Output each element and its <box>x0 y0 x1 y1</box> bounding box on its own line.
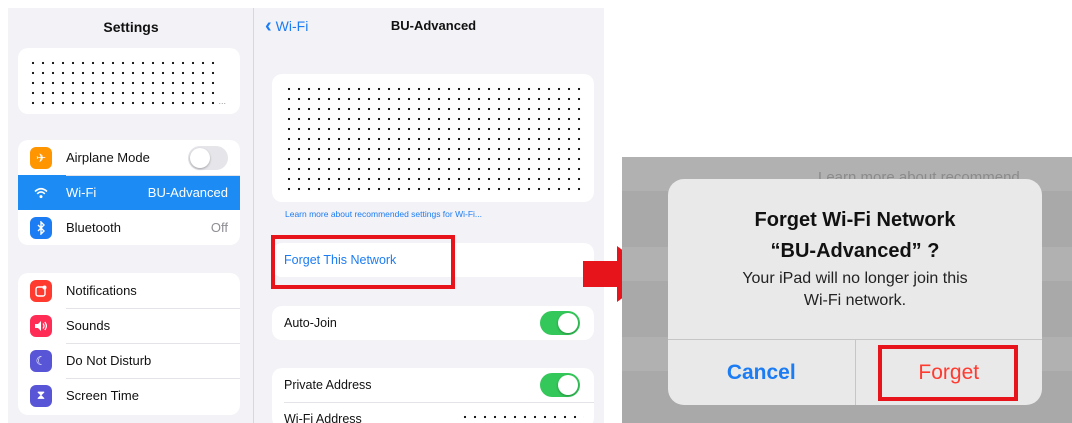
alert-message-line2: Wi-Fi network. <box>803 292 907 309</box>
sidebar-item-sounds[interactable]: Sounds <box>18 308 240 343</box>
sidebar-item-do-not-disturb[interactable]: ☾ Do Not Disturb <box>18 343 240 378</box>
alert-title-line1: Forget Wi-Fi Network <box>754 209 956 231</box>
network-detail-pane: ‹ Wi-Fi BU-Advanced Learn more about rec… <box>255 8 604 423</box>
alert-title: Forget Wi-Fi Network “BU-Advanced” ? <box>668 205 1042 267</box>
wifi-address-row: Wi-Fi Address <box>272 402 594 423</box>
sidebar-item-label: Notifications <box>66 283 137 298</box>
sidebar-item-screen-time[interactable]: ⧗ Screen Time <box>18 378 240 413</box>
sidebar-item-label: Do Not Disturb <box>66 353 152 368</box>
notifications-icon <box>30 279 52 302</box>
profile-ellipsis: ... <box>218 96 226 106</box>
hourglass-icon: ⧗ <box>30 384 52 407</box>
sounds-icon <box>30 314 52 337</box>
profile-card[interactable]: ... <box>18 48 240 114</box>
redacted-wifi-address <box>460 412 584 423</box>
redacted-network-info <box>284 84 584 192</box>
sidebar-item-wifi[interactable]: Wi-Fi BU-Advanced <box>18 175 240 210</box>
wifi-address-label: Wi-Fi Address <box>284 412 362 423</box>
sidebar-item-notifications[interactable]: Notifications <box>18 273 240 308</box>
highlight-box-forget-button <box>878 345 1018 401</box>
network-title: BU-Advanced <box>390 18 477 33</box>
sidebar-item-label: Screen Time <box>66 388 139 403</box>
sidebar-item-bluetooth[interactable]: Bluetooth Off <box>18 210 240 245</box>
alert-message: Your iPad will no longer join this Wi-Fi… <box>668 268 1042 312</box>
private-address-row: Private Address <box>272 368 594 402</box>
settings-screenshot: Settings ... ✈ Airplane Mode Wi-Fi BU-Ad… <box>8 8 604 423</box>
redacted-profile <box>28 58 218 106</box>
auto-join-toggle[interactable] <box>540 311 580 335</box>
auto-join-card: Auto-Join <box>272 306 594 340</box>
network-detail-header: ‹ Wi-Fi BU-Advanced <box>255 8 604 46</box>
alert-message-line1: Your iPad will no longer join this <box>742 270 968 287</box>
auto-join-label: Auto-Join <box>284 316 337 330</box>
settings-sidebar: Settings ... ✈ Airplane Mode Wi-Fi BU-Ad… <box>8 8 254 423</box>
notifications-group: Notifications Sounds ☾ Do Not Disturb ⧗ … <box>18 273 240 415</box>
auto-join-row: Auto-Join <box>272 306 594 340</box>
wifi-icon <box>30 181 52 204</box>
sidebar-item-label: Bluetooth <box>66 220 121 235</box>
learn-more-link[interactable]: Learn more about recommended settings fo… <box>285 209 482 219</box>
cancel-button[interactable]: Cancel <box>668 340 856 405</box>
airplane-icon: ✈ <box>30 146 52 169</box>
sidebar-item-label: Wi-Fi <box>66 185 97 200</box>
bluetooth-icon <box>30 216 52 239</box>
private-address-label: Private Address <box>284 378 372 392</box>
moon-icon: ☾ <box>30 349 52 372</box>
settings-title: Settings <box>103 19 159 35</box>
sidebar-item-airplane-mode[interactable]: ✈ Airplane Mode <box>18 140 240 175</box>
bluetooth-status: Off <box>210 220 228 235</box>
highlight-box-forget-network <box>271 235 455 289</box>
wifi-network-value: BU-Advanced <box>147 185 228 200</box>
sidebar-item-label: Airplane Mode <box>66 150 150 165</box>
private-address-card: Private Address Wi-Fi Address <box>272 368 594 423</box>
private-address-toggle[interactable] <box>540 373 580 397</box>
airplane-mode-toggle[interactable] <box>188 145 228 170</box>
connectivity-group: ✈ Airplane Mode Wi-Fi BU-Advanced Blueto… <box>18 140 240 245</box>
alert-title-line2: “BU-Advanced” ? <box>770 240 940 262</box>
network-info-card <box>272 74 594 202</box>
sidebar-item-label: Sounds <box>66 318 111 333</box>
